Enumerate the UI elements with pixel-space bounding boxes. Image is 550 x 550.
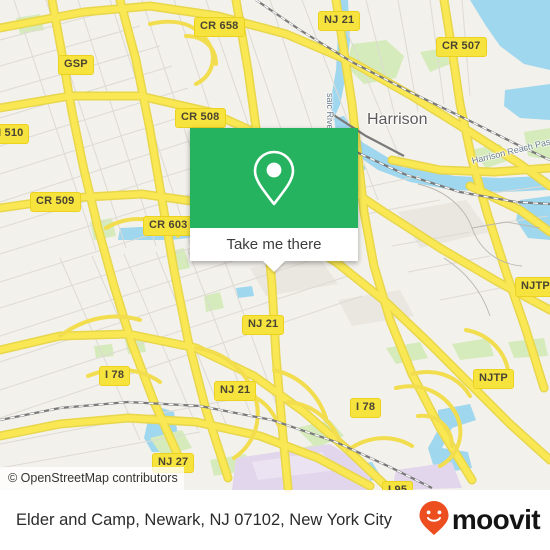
road-shield: CR 507 bbox=[436, 37, 487, 57]
road-shield: NJ 21 bbox=[214, 381, 257, 401]
road-shield: CR 603 bbox=[143, 216, 194, 236]
map-attribution[interactable]: © OpenStreetMap contributors bbox=[0, 467, 184, 490]
road-shield: NJ 21 bbox=[242, 315, 285, 335]
footer-bar: Elder and Camp, Newark, NJ 07102, New Yo… bbox=[0, 490, 550, 550]
moovit-map-screenshot: CR 658 NJ 21 CR 507 GSP CR 508 I 510 CR … bbox=[0, 0, 550, 550]
moovit-wordmark: moovit bbox=[451, 504, 541, 535]
road-shield: NJTP bbox=[473, 369, 514, 389]
road-shield: CR 509 bbox=[30, 192, 81, 212]
water-label-passaic-river: saic River bbox=[325, 93, 335, 133]
moovit-smiley-pin-icon bbox=[418, 500, 450, 541]
road-shield: NJ 21 bbox=[318, 11, 361, 31]
road-shield: CR 508 bbox=[175, 108, 226, 128]
map-canvas[interactable]: CR 658 NJ 21 CR 507 GSP CR 508 I 510 CR … bbox=[0, 0, 550, 490]
take-me-there-button[interactable]: Take me there bbox=[190, 228, 358, 261]
road-shield: CR 658 bbox=[194, 17, 245, 37]
moovit-brand[interactable]: moovit bbox=[418, 500, 541, 541]
popup-pointer-tail bbox=[263, 261, 285, 272]
popup-header bbox=[190, 128, 358, 228]
road-shield: NJTP bbox=[515, 277, 550, 297]
road-shield: I 95 bbox=[382, 481, 414, 490]
place-label-harrison: Harrison bbox=[367, 111, 428, 128]
road-shield: I 510 bbox=[0, 124, 30, 144]
location-pin-icon bbox=[251, 149, 297, 207]
location-popup-card[interactable]: Take me there bbox=[190, 128, 358, 272]
road-shield: I 78 bbox=[99, 366, 131, 386]
road-shield: GSP bbox=[58, 55, 94, 75]
address-label: Elder and Camp, Newark, NJ 07102, New Yo… bbox=[16, 510, 393, 529]
road-shield: I 78 bbox=[350, 398, 382, 418]
